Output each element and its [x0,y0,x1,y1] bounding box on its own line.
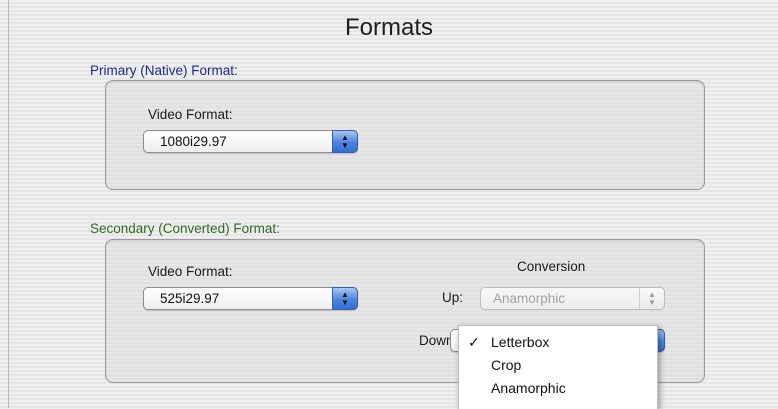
chevron-down-icon: ▼ [341,141,349,150]
menu-item-anamorphic[interactable]: Anamorphic [459,377,657,399]
chevron-down-icon: ▼ [648,298,656,307]
secondary-video-format-select[interactable]: 525i29.97 ▲ ▼ [143,287,358,310]
conversion-up-value: Anamorphic [493,291,566,306]
popup-arrows-icon: ▲ ▼ [639,288,664,309]
conversion-heading: Conversion [517,259,586,274]
popup-arrows-icon: ▲ ▼ [332,287,358,310]
primary-format-heading: Primary (Native) Format: [90,63,238,78]
menu-item-label: Letterbox [491,334,550,350]
primary-video-format-value: 1080i29.97 [160,134,227,149]
conversion-up-select: Anamorphic ▲ ▼ [480,287,665,310]
conversion-down-label: Down [419,333,454,348]
menu-item-crop[interactable]: Crop [459,354,657,376]
conversion-up-label: Up: [442,290,464,305]
popup-arrows-icon: ▲ ▼ [332,130,358,153]
primary-video-format-select[interactable]: 1080i29.97 ▲ ▼ [143,130,358,153]
menu-item-label: Anamorphic [491,380,566,396]
page-title: Formats [344,14,433,41]
window-edge [0,0,9,408]
checkmark-icon: ✓ [468,334,480,350]
secondary-video-format-label: Video Format: [148,264,233,279]
menu-item-letterbox[interactable]: ✓ Letterbox [459,331,657,353]
chevron-down-icon: ▼ [341,298,349,307]
secondary-video-format-value: 525i29.97 [160,291,220,306]
conversion-down-menu: ✓ Letterbox Crop Anamorphic [458,325,658,409]
primary-video-format-label: Video Format: [148,107,233,122]
menu-item-label: Crop [491,357,522,373]
secondary-format-heading: Secondary (Converted) Format: [90,221,280,236]
